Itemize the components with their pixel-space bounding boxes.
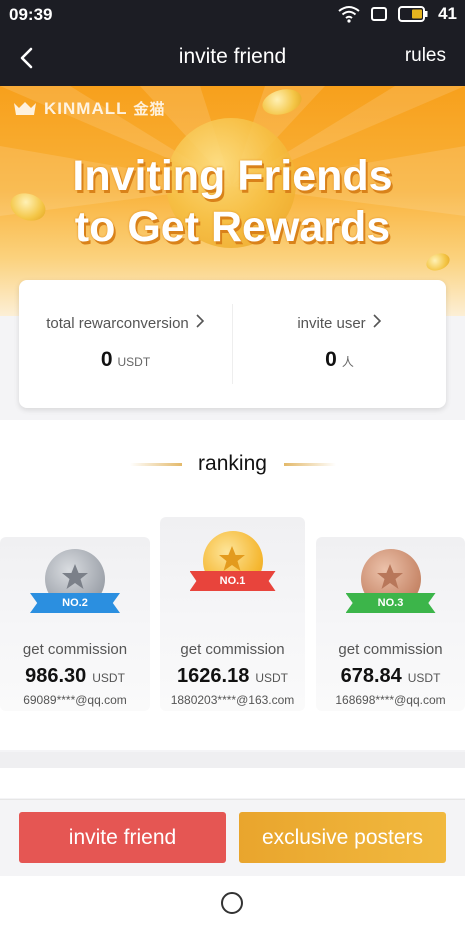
commission-unit: USDT	[92, 671, 125, 685]
invite-user-label: invite user	[297, 315, 366, 332]
notification-square-icon	[371, 7, 388, 21]
ranking-title: ranking	[198, 452, 267, 475]
stats-card: total rewarconversion 0 USDT invite user …	[19, 280, 446, 408]
exclusive-posters-button[interactable]: exclusive posters	[239, 812, 446, 863]
ranking-card-no3: NO.3 get commission 678.84 USDT 168698***…	[316, 537, 465, 711]
status-bar: 09:39 41	[0, 0, 465, 30]
status-icons: 41	[338, 4, 457, 24]
banner-title-line1: Inviting Friends	[72, 152, 393, 200]
commission-label: get commission	[180, 641, 285, 658]
invite-user-unit: 人	[341, 355, 354, 369]
silver-medal-icon: NO.2	[0, 547, 150, 627]
total-reward-unit: USDT	[117, 355, 151, 369]
invite-friend-button[interactable]: invite friend	[19, 812, 226, 863]
rules-link[interactable]: rules	[405, 45, 446, 67]
home-button-icon[interactable]	[221, 892, 243, 914]
battery-level: 41	[438, 4, 457, 23]
page-title: invite friend	[178, 45, 287, 68]
wifi-icon	[338, 6, 360, 23]
invite-user-stat[interactable]: invite user 0人	[233, 280, 446, 408]
ranking-card-no2: NO.2 get commission 986.30 USDT 69089****…	[0, 537, 150, 711]
section-spacer	[0, 768, 465, 798]
user-email: 1880203****@163.com	[170, 693, 295, 707]
commission-unit: USDT	[407, 671, 441, 685]
cat-logo-icon	[14, 101, 36, 115]
total-reward-stat[interactable]: total rewarconversion 0 USDT	[19, 280, 232, 408]
commission-amount: 678.84	[340, 665, 402, 687]
battery-icon	[398, 6, 428, 22]
invite-user-value: 0	[325, 348, 337, 371]
user-email: 168698****@qq.com	[335, 693, 446, 707]
bronze-medal-icon: NO.3	[316, 547, 465, 627]
kinmall-logo: KINMALL 金猫	[12, 98, 166, 119]
commission-unit: USDT	[255, 671, 288, 685]
nav-bar: invite friend rules	[0, 30, 465, 86]
banner-title-line2: to Get Rewards	[74, 203, 391, 251]
commission-amount: 1626.18	[177, 665, 250, 687]
ranking-card-no1: NO.1 get commission 1626.18 USDT 1880203*…	[160, 517, 305, 711]
chevron-right-icon	[372, 314, 382, 332]
brand-name-cn: 金猫	[133, 101, 166, 118]
commission-label: get commission	[338, 641, 443, 658]
status-time: 09:39	[9, 5, 53, 24]
commission-label: get commission	[22, 641, 128, 658]
rank-badge-label: NO.3	[345, 593, 436, 613]
commission-amount: 986.30	[25, 665, 87, 687]
system-nav-bar	[0, 876, 465, 930]
total-reward-value: 0	[100, 348, 113, 371]
banner-title: Inviting Friends to Get Rewards	[0, 151, 465, 253]
gold-medal-icon: NO.1	[160, 529, 305, 609]
divider	[284, 463, 336, 466]
section-gap	[0, 752, 465, 768]
user-email: 69089****@qq.com	[23, 693, 127, 707]
chevron-right-icon	[195, 314, 205, 332]
brand-name: KINMALL	[44, 98, 128, 118]
bottom-action-bar: invite friend exclusive posters	[0, 799, 465, 876]
total-reward-label: total rewarconversion	[46, 315, 189, 332]
rank-badge-label: NO.2	[30, 593, 120, 613]
rank-badge-label: NO.1	[189, 571, 276, 591]
